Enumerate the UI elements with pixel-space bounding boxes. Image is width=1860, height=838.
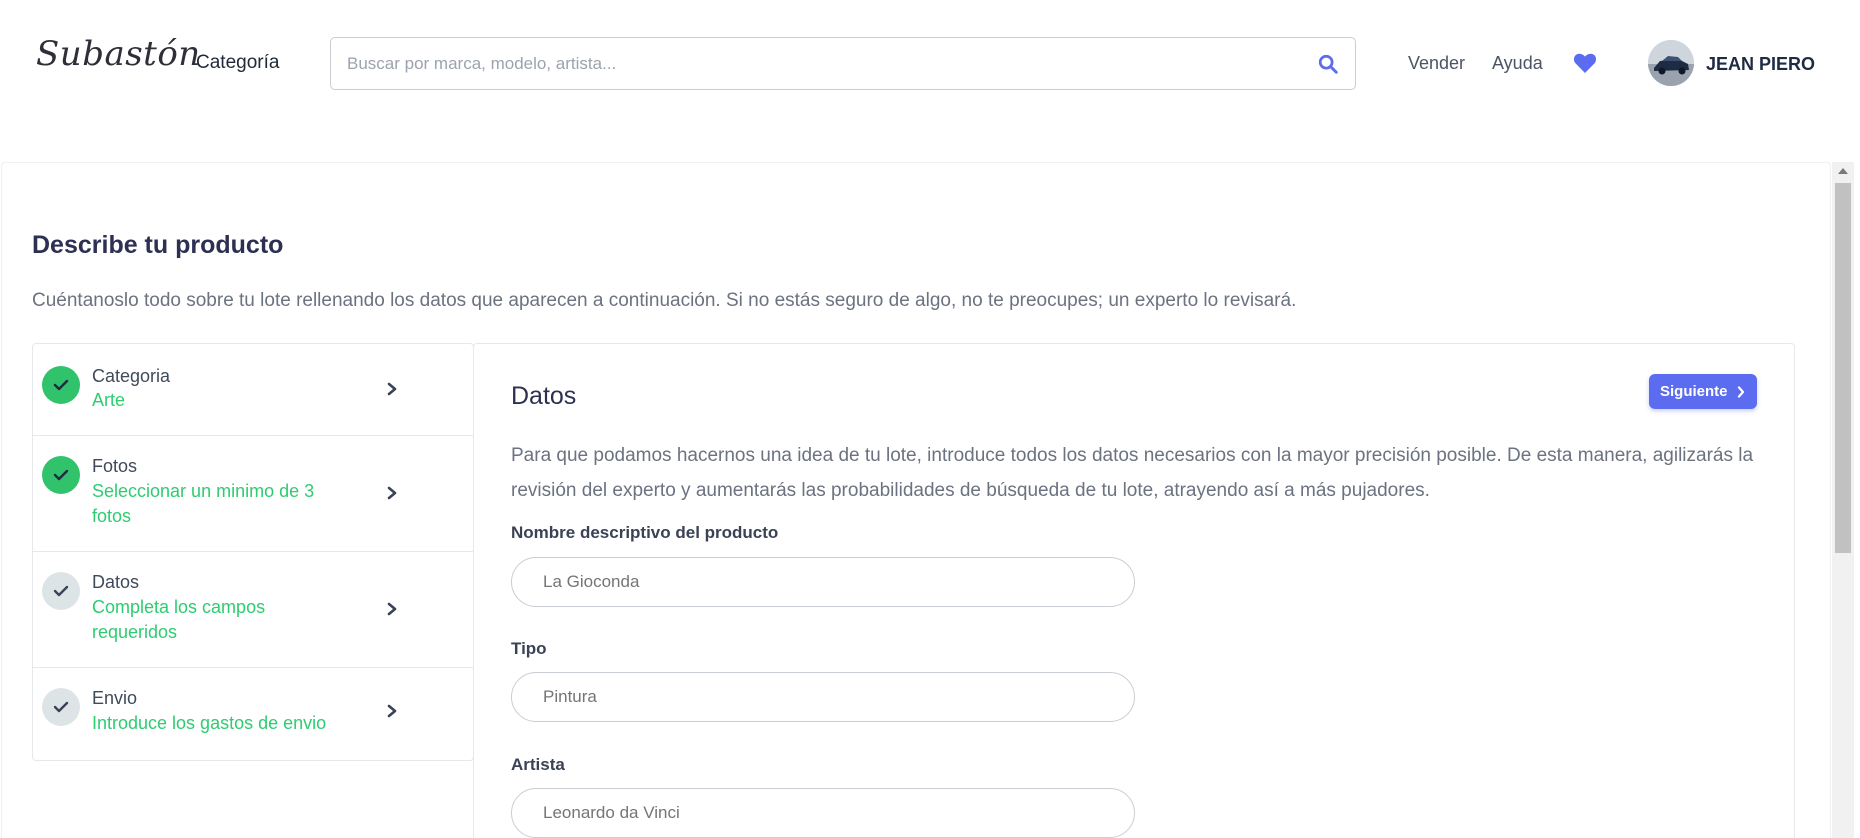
steps-sidebar: Categoria Arte Fotos Seleccionar un mini… <box>32 343 474 761</box>
step-status: Seleccionar un minimo de 3 fotos <box>92 481 315 526</box>
step-pending-badge <box>42 572 80 610</box>
form-title: Datos <box>511 382 577 410</box>
step-status: Introduce los gastos de envio <box>92 713 327 733</box>
check-icon <box>53 379 69 391</box>
nombre-field <box>511 557 1135 607</box>
step-datos[interactable]: Datos Completa los campos requeridos <box>33 552 473 668</box>
next-button[interactable]: Siguiente <box>1649 374 1757 409</box>
brand-logo[interactable]: Subastón <box>36 34 201 74</box>
search-icon[interactable] <box>1317 53 1339 75</box>
chevron-right-icon <box>387 486 397 500</box>
step-categoria[interactable]: Categoria Arte <box>33 344 473 436</box>
chevron-right-icon <box>387 602 397 616</box>
chevron-right-icon <box>1737 386 1745 398</box>
step-name: Categoria <box>92 366 171 386</box>
tipo-field <box>511 672 1135 722</box>
step-status: Completa los campos requeridos <box>92 597 266 642</box>
top-navbar: Subastón Categoría Vender Ayuda JEAN PIE… <box>0 0 1860 128</box>
scrollbar-thumb[interactable] <box>1835 183 1851 553</box>
step-name: Fotos <box>92 456 138 476</box>
step-pending-badge <box>42 688 80 726</box>
check-icon <box>53 585 69 597</box>
step-fotos[interactable]: Fotos Seleccionar un minimo de 3 fotos <box>33 436 473 552</box>
step-envio[interactable]: Envio Introduce los gastos de envio <box>33 668 473 760</box>
form-description: Para que podamos hacernos una idea de tu… <box>511 445 1754 501</box>
user-name[interactable]: JEAN PIERO <box>1706 54 1815 75</box>
step-status: Arte <box>92 390 126 410</box>
search-input[interactable] <box>331 38 1291 89</box>
step-name: Datos <box>92 572 140 592</box>
field-label-artista: Artista <box>511 755 565 774</box>
step-complete-badge <box>42 366 80 404</box>
step-complete-badge <box>42 456 80 494</box>
avatar[interactable] <box>1648 40 1694 86</box>
nav-categoria-link[interactable]: Categoría <box>196 52 279 74</box>
artista-input[interactable] <box>512 789 1134 837</box>
page-subtitle: Cuéntanoslo todo sobre tu lote rellenand… <box>32 290 1297 311</box>
nombre-input[interactable] <box>512 558 1134 606</box>
check-icon <box>53 701 69 713</box>
heart-icon[interactable] <box>1573 52 1597 74</box>
nav-vender-link[interactable]: Vender <box>1408 53 1465 74</box>
chevron-right-icon <box>387 704 397 718</box>
page-title: Describe tu producto <box>32 231 284 259</box>
next-button-label: Siguiente <box>1660 383 1728 400</box>
tipo-input[interactable] <box>512 673 1134 721</box>
search-bar <box>330 37 1356 90</box>
chevron-right-icon <box>387 382 397 396</box>
check-icon <box>53 469 69 481</box>
scroll-up-arrow[interactable] <box>1838 168 1848 174</box>
artista-field <box>511 788 1135 838</box>
field-label-nombre: Nombre descriptivo del producto <box>511 523 779 542</box>
field-label-tipo: Tipo <box>511 639 547 658</box>
step-name: Envio <box>92 688 138 708</box>
nav-ayuda-link[interactable]: Ayuda <box>1492 53 1543 74</box>
